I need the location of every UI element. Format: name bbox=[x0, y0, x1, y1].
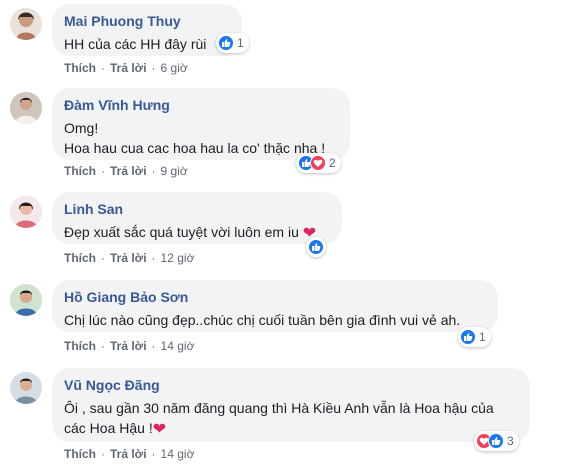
comment-timestamp[interactable]: 9 giờ bbox=[161, 164, 188, 178]
reaction-summary[interactable]: 1 bbox=[216, 33, 249, 53]
like-link[interactable]: Thích bbox=[64, 447, 96, 461]
avatar[interactable] bbox=[10, 196, 42, 228]
comment-author[interactable]: Đàm Vĩnh Hưng bbox=[64, 96, 338, 114]
reaction-summary[interactable]: 1 bbox=[458, 327, 491, 347]
comment-author[interactable]: Hồ Giang Bảo Sơn bbox=[64, 288, 486, 306]
comment-actions: Thích · Trả lời · 12 giờ bbox=[64, 251, 195, 265]
avatar[interactable] bbox=[10, 8, 42, 40]
like-link[interactable]: Thích bbox=[64, 251, 96, 265]
reaction-summary[interactable]: 3 bbox=[474, 431, 519, 451]
avatar[interactable] bbox=[10, 284, 42, 316]
comment-text-content: Đẹp xuất sắc quá tuyệt vời luôn em iu bbox=[64, 224, 299, 240]
comment-timestamp[interactable]: 14 giờ bbox=[161, 339, 195, 353]
thumbs-up-icon bbox=[460, 329, 476, 345]
heart-emoji-icon: ❤ bbox=[152, 421, 167, 438]
comment-text: Hoa hau cua cac hoa hau la co' thặc nha … bbox=[64, 140, 326, 156]
thumbs-up-icon bbox=[308, 239, 324, 255]
reply-link[interactable]: Trả lời bbox=[110, 447, 147, 461]
comment-actions: Thích · Trả lời · 6 giờ bbox=[64, 61, 188, 75]
reaction-count: 1 bbox=[237, 36, 244, 50]
comment-text: Omg! bbox=[64, 120, 99, 136]
comment-timestamp[interactable]: 6 giờ bbox=[161, 61, 188, 75]
reaction-count: 3 bbox=[507, 434, 514, 448]
like-link[interactable]: Thích bbox=[64, 339, 96, 353]
comment-timestamp[interactable]: 12 giờ bbox=[161, 251, 195, 265]
reaction-summary[interactable]: 2 bbox=[296, 153, 341, 173]
reaction-count: 1 bbox=[479, 330, 486, 344]
comment-timestamp[interactable]: 14 giờ bbox=[161, 447, 195, 461]
reply-link[interactable]: Trả lời bbox=[110, 61, 147, 75]
comment-text-content: các Hoa Hậu ! bbox=[64, 420, 153, 436]
comment-text: Ôi , sau gần 30 năm đăng quang thì Hà Ki… bbox=[64, 400, 494, 416]
reply-link[interactable]: Trả lời bbox=[110, 164, 147, 178]
comment-actions: Thích · Trả lời · 14 giờ bbox=[64, 339, 195, 353]
comment-text: các Hoa Hậu !❤ bbox=[64, 418, 518, 440]
reaction-summary[interactable] bbox=[306, 237, 326, 257]
comment-bubble: Đàm Vĩnh Hưng Omg! Hoa hau cua cac hoa h… bbox=[52, 88, 350, 160]
comment-bubble: Hồ Giang Bảo Sơn Chị lúc nào cũng đẹp..c… bbox=[52, 280, 498, 332]
comment-author[interactable]: Mai Phuong Thuy bbox=[64, 12, 230, 30]
comment-actions: Thích · Trả lời · 9 giờ bbox=[64, 164, 188, 178]
reply-link[interactable]: Trả lời bbox=[110, 251, 147, 265]
reply-link[interactable]: Trả lời bbox=[110, 339, 147, 353]
comment-text: Chị lúc nào cũng đẹp..chúc chị cuối tuần… bbox=[64, 312, 461, 328]
heart-icon bbox=[310, 155, 326, 171]
comment-author[interactable]: Vũ Ngọc Đãng bbox=[64, 376, 518, 394]
comment-bubble: Linh San Đẹp xuất sắc quá tuyệt vời luôn… bbox=[52, 192, 342, 244]
comment-text: HH của các HH đây rùi bbox=[64, 36, 207, 52]
comment-bubble: Mai Phuong Thuy HH của các HH đây rùi bbox=[52, 4, 242, 56]
thumbs-up-icon bbox=[218, 35, 234, 51]
comment-actions: Thích · Trả lời · 14 giờ bbox=[64, 447, 195, 461]
thumbs-up-icon bbox=[488, 433, 504, 449]
comment-author[interactable]: Linh San bbox=[64, 200, 330, 218]
comment-text: Đẹp xuất sắc quá tuyệt vời luôn em iu ❤ bbox=[64, 222, 330, 244]
like-link[interactable]: Thích bbox=[64, 61, 96, 75]
avatar[interactable] bbox=[10, 92, 42, 124]
reaction-count: 2 bbox=[329, 156, 336, 170]
avatar[interactable] bbox=[10, 372, 42, 404]
comment-bubble: Vũ Ngọc Đãng Ôi , sau gần 30 năm đăng qu… bbox=[52, 368, 530, 442]
like-link[interactable]: Thích bbox=[64, 164, 96, 178]
